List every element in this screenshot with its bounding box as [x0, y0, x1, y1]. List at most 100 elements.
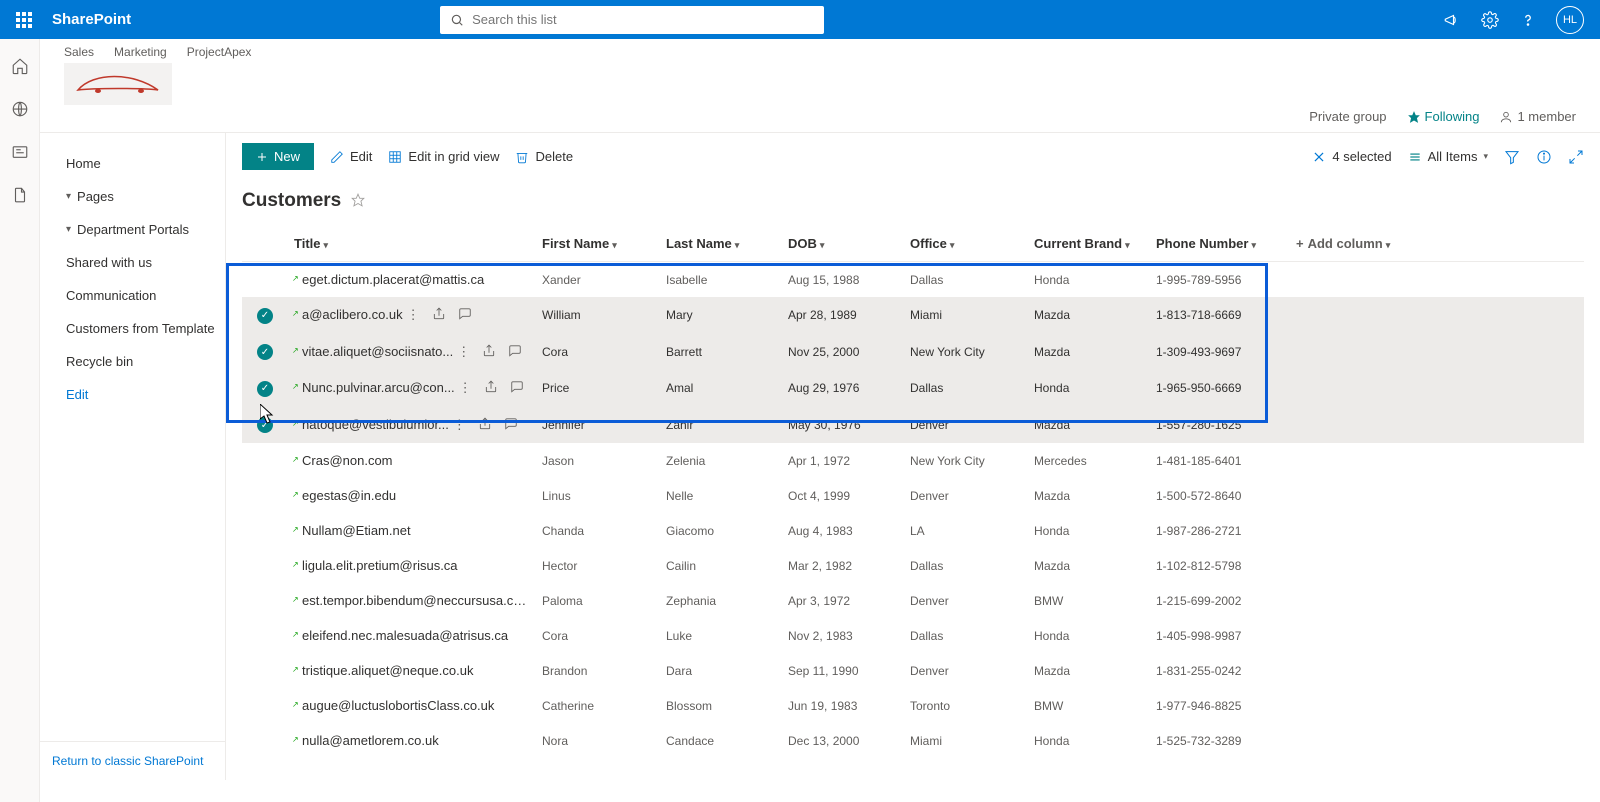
user-avatar[interactable]: HL	[1556, 6, 1584, 34]
search-input[interactable]	[472, 12, 814, 27]
row-select-cell[interactable]: ✓	[242, 370, 288, 407]
col-dob[interactable]: DOB▾	[782, 226, 904, 262]
table-row[interactable]: ↗eleifend.nec.malesuada@atrisus.caCoraLu…	[242, 618, 1584, 653]
table-row[interactable]: ↗nulla@ametlorem.co.ukNoraCandaceDec 13,…	[242, 723, 1584, 758]
nav-shared[interactable]: Shared with us	[40, 246, 225, 279]
table-row[interactable]: ↗egestas@in.eduLinusNelleOct 4, 1999Denv…	[242, 478, 1584, 513]
comment-icon[interactable]	[504, 417, 518, 431]
share-icon[interactable]	[484, 380, 498, 394]
more-icon[interactable]: ⋮	[457, 344, 470, 360]
nav-edit[interactable]: Edit	[40, 378, 225, 411]
info-icon[interactable]	[1536, 149, 1552, 165]
clear-selection-icon[interactable]	[1312, 150, 1326, 164]
files-icon[interactable]	[11, 186, 29, 207]
col-select[interactable]	[242, 226, 288, 262]
row-select-cell[interactable]	[242, 653, 288, 688]
table-row[interactable]: ↗augue@luctuslobortisClass.co.ukCatherin…	[242, 688, 1584, 723]
table-row[interactable]: ✓↗vitae.aliquet@sociisnato...⋮CoraBarret…	[242, 334, 1584, 371]
table-row[interactable]: ↗tristique.aliquet@neque.co.ukBrandonDar…	[242, 653, 1584, 688]
row-select-cell[interactable]: ✓	[242, 297, 288, 334]
news-icon[interactable]	[11, 143, 29, 164]
col-brand[interactable]: Current Brand▾	[1028, 226, 1150, 262]
table-row[interactable]: ↗eget.dictum.placerat@mattis.caXanderIsa…	[242, 262, 1584, 298]
row-select-cell[interactable]	[242, 688, 288, 723]
cell-title[interactable]: ↗augue@luctuslobortisClass.co.uk	[288, 688, 536, 723]
home-icon[interactable]	[11, 57, 29, 78]
favorite-star-icon[interactable]	[351, 193, 365, 210]
selection-count[interactable]: 4 selected	[1312, 149, 1391, 164]
row-select-cell[interactable]: ✓	[242, 407, 288, 444]
nav-portals[interactable]: ▾Department Portals	[40, 213, 225, 246]
cell-title[interactable]: ↗eget.dictum.placerat@mattis.ca	[288, 262, 536, 298]
row-select-cell[interactable]	[242, 443, 288, 478]
row-select-cell[interactable]	[242, 723, 288, 758]
cell-title[interactable]: ↗vitae.aliquet@sociisnato...⋮	[288, 334, 536, 371]
cell-title[interactable]: ↗ligula.elit.pretium@risus.ca	[288, 548, 536, 583]
col-last-name[interactable]: Last Name▾	[660, 226, 782, 262]
row-select-cell[interactable]	[242, 548, 288, 583]
view-selector[interactable]: All Items ▾	[1408, 149, 1488, 164]
pivot-sales[interactable]: Sales	[64, 45, 94, 59]
comment-icon[interactable]	[510, 380, 524, 394]
delete-button[interactable]: Delete	[515, 149, 573, 164]
cell-title[interactable]: ↗eleifend.nec.malesuada@atrisus.ca	[288, 618, 536, 653]
table-row[interactable]: ↗Nullam@Etiam.netChandaGiacomoAug 4, 198…	[242, 513, 1584, 548]
search-box[interactable]	[440, 6, 824, 34]
pivot-marketing[interactable]: Marketing	[114, 45, 167, 59]
share-icon[interactable]	[478, 417, 492, 431]
globe-icon[interactable]	[11, 100, 29, 121]
nav-communication[interactable]: Communication	[40, 279, 225, 312]
col-title[interactable]: Title▾	[288, 226, 536, 262]
cell-title[interactable]: ↗nulla@ametlorem.co.uk	[288, 723, 536, 758]
row-select-cell[interactable]	[242, 513, 288, 548]
comment-icon[interactable]	[508, 344, 522, 358]
col-first-name[interactable]: First Name▾	[536, 226, 660, 262]
row-select-cell[interactable]	[242, 262, 288, 298]
cell-title[interactable]: ↗a@aclibero.co.uk⋮	[288, 297, 536, 334]
cell-title[interactable]: ↗egestas@in.edu	[288, 478, 536, 513]
share-icon[interactable]	[482, 344, 496, 358]
table-row[interactable]: ✓↗Nunc.pulvinar.arcu@con...⋮PriceAmalAug…	[242, 370, 1584, 407]
cell-title[interactable]: ↗Nullam@Etiam.net	[288, 513, 536, 548]
row-select-cell[interactable]	[242, 618, 288, 653]
cell-title[interactable]: ↗Cras@non.com	[288, 443, 536, 478]
settings-icon[interactable]	[1480, 10, 1500, 30]
col-office[interactable]: Office▾	[904, 226, 1028, 262]
members-button[interactable]: 1 member	[1499, 109, 1576, 124]
nav-customers-template[interactable]: Customers from Template	[40, 312, 225, 345]
more-icon[interactable]: ⋮	[407, 307, 420, 323]
more-icon[interactable]: ⋮	[453, 417, 466, 433]
nav-recycle-bin[interactable]: Recycle bin	[40, 345, 225, 378]
cell-title[interactable]: ↗est.tempor.bibendum@neccursusa.com	[288, 583, 536, 618]
share-icon[interactable]	[432, 307, 446, 321]
table-row[interactable]: ✓↗a@aclibero.co.uk⋮WilliamMaryApr 28, 19…	[242, 297, 1584, 334]
table-row[interactable]: ✓↗natoque@vestibulumlor...⋮JenniferZahir…	[242, 407, 1584, 444]
edit-button[interactable]: Edit	[330, 149, 372, 164]
nav-home[interactable]: Home	[40, 147, 225, 180]
site-logo[interactable]	[64, 63, 172, 105]
filter-icon[interactable]	[1504, 149, 1520, 165]
comment-icon[interactable]	[458, 307, 472, 321]
table-row[interactable]: ↗Cras@non.comJasonZeleniaApr 1, 1972New …	[242, 443, 1584, 478]
follow-button[interactable]: Following	[1407, 109, 1480, 124]
return-classic-link[interactable]: Return to classic SharePoint	[40, 741, 225, 780]
megaphone-icon[interactable]	[1442, 10, 1462, 30]
row-select-cell[interactable]: ✓	[242, 334, 288, 371]
table-row[interactable]: ↗est.tempor.bibendum@neccursusa.comPalom…	[242, 583, 1584, 618]
table-row[interactable]: ↗ligula.elit.pretium@risus.caHectorCaili…	[242, 548, 1584, 583]
pivot-projectapex[interactable]: ProjectApex	[187, 45, 252, 59]
col-add[interactable]: +Add column▾	[1290, 226, 1584, 262]
app-launcher-icon[interactable]	[8, 4, 40, 36]
new-button[interactable]: New	[242, 143, 314, 170]
edit-grid-button[interactable]: Edit in grid view	[388, 149, 499, 164]
expand-icon[interactable]	[1568, 149, 1584, 165]
cell-title[interactable]: ↗tristique.aliquet@neque.co.uk	[288, 653, 536, 688]
col-phone[interactable]: Phone Number▾	[1150, 226, 1290, 262]
row-select-cell[interactable]	[242, 583, 288, 618]
row-select-cell[interactable]	[242, 478, 288, 513]
cell-title[interactable]: ↗Nunc.pulvinar.arcu@con...⋮	[288, 370, 536, 407]
more-icon[interactable]: ⋮	[459, 380, 472, 396]
cell-title[interactable]: ↗natoque@vestibulumlor...⋮	[288, 407, 536, 444]
nav-pages[interactable]: ▾Pages	[40, 180, 225, 213]
help-icon[interactable]	[1518, 10, 1538, 30]
